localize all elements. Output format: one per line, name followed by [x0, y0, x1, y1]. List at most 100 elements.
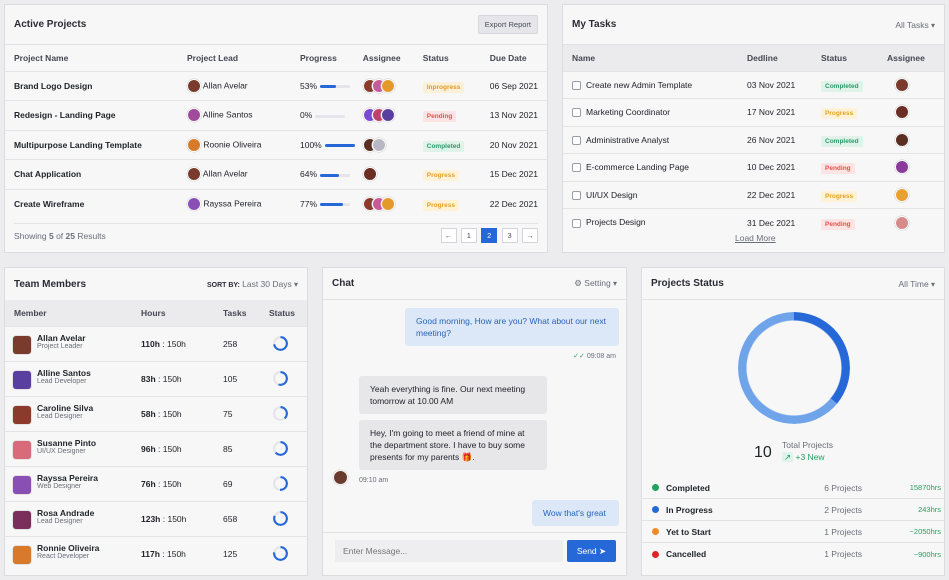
progress-bar [324, 144, 355, 147]
chat-setting-dropdown[interactable]: ⚙ Setting [574, 278, 617, 289]
project-lead: Rayssa Pereira [183, 188, 296, 219]
load-more-link[interactable]: Load More [735, 233, 776, 243]
table-row[interactable]: Chat Application Allan Avelar 64% Progre… [5, 159, 547, 189]
table-row[interactable]: UI/UX Design 22 Dec 2021 Progress [563, 180, 944, 209]
task-checkbox[interactable] [572, 163, 581, 173]
progress-cell: 77% [296, 188, 359, 219]
progress-cell: 64% [296, 159, 359, 189]
legend-projects: 2 Projects [824, 504, 862, 515]
legend-projects: 1 Projects [824, 549, 862, 559]
project-lead: Allan Avelar [183, 159, 296, 189]
team-row[interactable]: Susanne Pinto UI/UX Designer 96h : 150h 8… [5, 430, 307, 466]
legend-dot [652, 506, 659, 513]
assignee-group[interactable] [358, 129, 419, 160]
member-cell: Alline Santos Lead Developer [5, 360, 137, 396]
tasks-count: 658 [219, 500, 265, 536]
task-name[interactable]: Marketing Coordinator [563, 98, 743, 126]
assignee-cell[interactable] [883, 125, 944, 154]
next-page-button[interactable]: → [522, 228, 538, 243]
task-checkbox[interactable] [572, 108, 581, 118]
team-row[interactable]: Alline Santos Lead Developer 83h : 150h 1… [5, 360, 307, 396]
project-name[interactable]: Redesign - Landing Page [5, 100, 183, 130]
task-name[interactable]: UI/UX Design [563, 180, 743, 209]
project-name[interactable]: Chat Application [5, 159, 183, 189]
avatar [187, 197, 201, 211]
table-header: Project Name Project Lead Progress Assig… [5, 45, 547, 71]
assignee-group[interactable] [358, 188, 419, 219]
status-cell: Progress [418, 188, 486, 219]
team-row[interactable]: Rayssa Pereira Web Designer 76h : 150h 69 [5, 465, 307, 501]
chat-input-bar: Send ➤ [323, 532, 626, 575]
page-button-3[interactable]: 3 [501, 228, 518, 243]
task-name[interactable]: Projects Design [563, 208, 743, 236]
task-checkbox[interactable] [572, 135, 581, 145]
tasks-filter-dropdown[interactable]: All Tasks [895, 20, 935, 30]
assignee-cell[interactable] [883, 153, 944, 181]
team-row[interactable]: Allan Avelar Project Leader 110h : 150h 2… [5, 325, 307, 361]
table-row[interactable]: Projects Design 31 Dec 2021 Pending [563, 208, 944, 236]
chat-card: Chat ⚙ Setting Good morning, How are you… [322, 267, 627, 576]
table-row[interactable]: Administrative Analyst 26 Nov 2021 Compl… [563, 125, 944, 154]
tasks-count: 125 [219, 535, 265, 571]
table-row[interactable]: Marketing Coordinator 17 Nov 2021 Progre… [563, 98, 944, 126]
col-header: Hours [141, 307, 166, 318]
message-input[interactable] [335, 540, 563, 562]
member-name: Susanne Pinto [37, 438, 97, 448]
page-button-1[interactable]: 1 [460, 228, 477, 243]
message-incoming: Yeah everything is fine. Our next meetin… [359, 376, 547, 414]
project-name[interactable]: Multipurpose Landing Template [5, 129, 183, 160]
col-header: Status [821, 52, 847, 63]
prev-page-button[interactable]: ← [440, 228, 457, 243]
assignee-group[interactable] [358, 159, 419, 189]
tasks-table: Name Dedline Status Assignee Create new … [563, 45, 944, 236]
task-checkbox[interactable] [572, 190, 581, 200]
legend-hours: ~900hrs [913, 549, 941, 559]
task-date: 17 Nov 2021 [743, 98, 817, 126]
team-row[interactable]: Rosa Andrade Lead Designer 123h : 150h 65… [5, 500, 307, 536]
status-badge: Pending [422, 111, 457, 123]
status-filter-dropdown[interactable]: All Time [899, 279, 935, 289]
status-badge: Completed [821, 135, 863, 147]
task-checkbox[interactable] [572, 80, 581, 90]
sort-dropdown[interactable]: SORT BY: Last 30 Days [207, 279, 298, 289]
table-row[interactable]: E-commerce Landing Page 10 Dec 2021 Pend… [563, 153, 944, 181]
task-checkbox[interactable] [572, 218, 581, 228]
hours-cell: 83h : 150h [137, 360, 219, 396]
team-row[interactable]: Caroline Silva Lead Designer 58h : 150h 7… [5, 395, 307, 431]
task-name[interactable]: E-commerce Landing Page [563, 153, 743, 181]
task-name[interactable]: Administrative Analyst [563, 125, 743, 154]
project-name[interactable]: Brand Logo Design [5, 70, 183, 101]
member-cell: Susanne Pinto UI/UX Designer [5, 430, 137, 466]
assignee-cell[interactable] [883, 208, 944, 236]
assignee-group[interactable] [358, 70, 419, 101]
assignee-cell[interactable] [883, 98, 944, 126]
table-row[interactable]: Create new Admin Template 03 Nov 2021 Co… [563, 70, 944, 99]
project-name[interactable]: Create Wireframe [5, 188, 183, 219]
table-row[interactable]: Redesign - Landing Page Alline Santos 0%… [5, 100, 547, 130]
table-row[interactable]: Brand Logo Design Allan Avelar 53% Inpro… [5, 70, 547, 101]
avatar [13, 476, 31, 494]
assignee-cell[interactable] [883, 180, 944, 209]
progress-cell: 0% [296, 100, 359, 130]
team-row[interactable]: Ronnie Oliveira React Developer 117h : 15… [5, 535, 307, 571]
member-name: Rosa Andrade [37, 508, 95, 518]
col-header: Member [14, 307, 47, 318]
member-cell: Caroline Silva Lead Designer [5, 395, 137, 431]
table-row[interactable]: Multipurpose Landing Template Roonie Oli… [5, 129, 547, 160]
progress-ring [273, 476, 288, 491]
assignee-cell[interactable] [883, 70, 944, 99]
project-lead: Roonie Oliveira [183, 129, 296, 160]
status-cell: Pending [817, 153, 883, 181]
card-title: Projects Status [651, 278, 724, 289]
member-role: Project Leader [37, 343, 83, 350]
col-header: Tasks [223, 307, 247, 318]
send-button[interactable]: Send ➤ [567, 540, 616, 562]
double-check-icon: ✓✓ [573, 353, 585, 360]
export-report-button[interactable]: Export Report [477, 15, 538, 34]
task-name[interactable]: Create new Admin Template [563, 70, 743, 99]
table-row[interactable]: Create Wireframe Rayssa Pereira 77% Prog… [5, 188, 547, 219]
assignee-group[interactable] [358, 100, 419, 130]
member-cell: Rayssa Pereira Web Designer [5, 465, 137, 501]
page-button-2[interactable]: 2 [481, 228, 498, 243]
chat-header: Chat ⚙ Setting [323, 268, 626, 300]
